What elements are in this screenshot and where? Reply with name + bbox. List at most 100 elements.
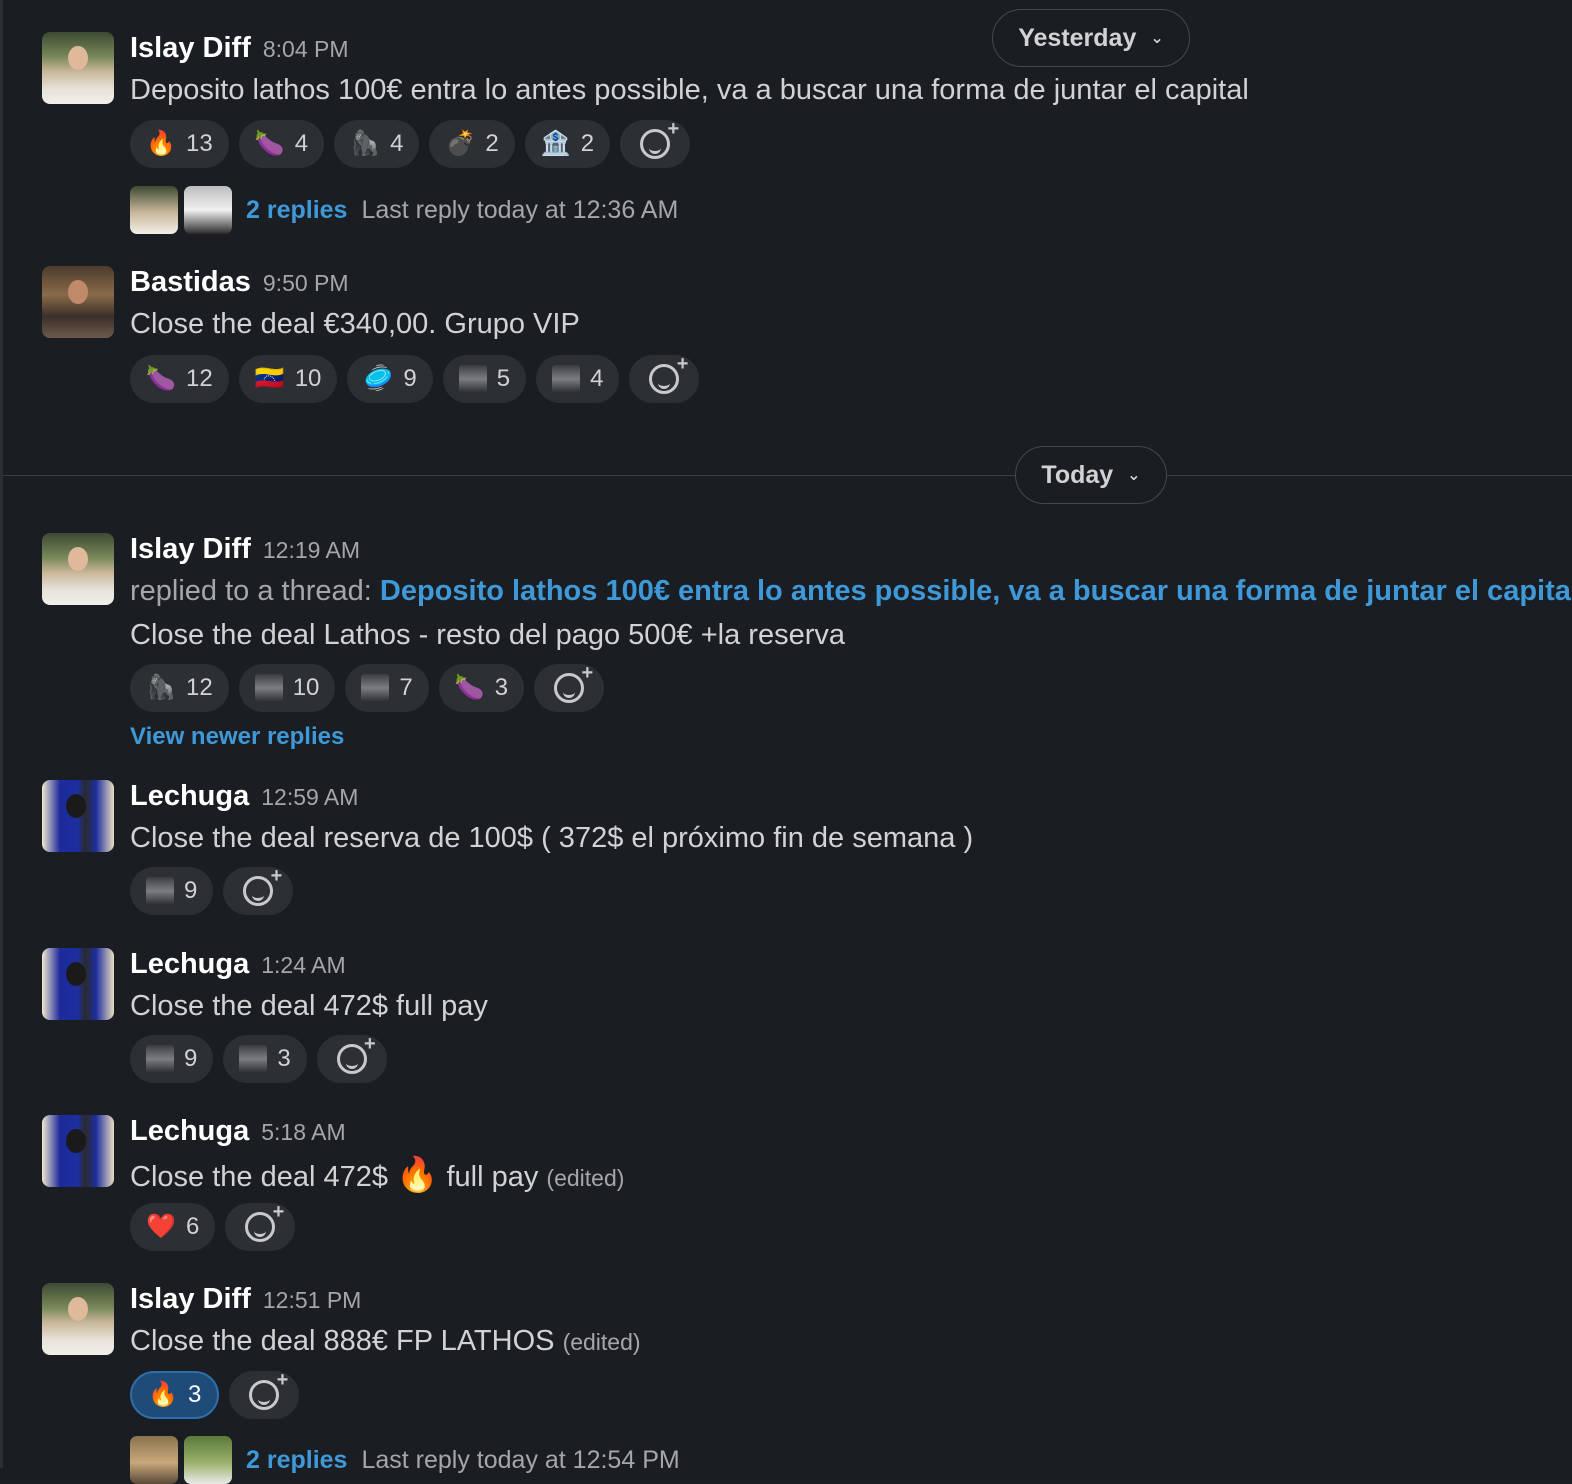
reaction-count: 9 xyxy=(403,365,417,392)
custom-emoji-icon xyxy=(458,365,487,393)
reaction-custom[interactable]: 5 xyxy=(442,355,527,403)
timestamp[interactable]: 9:50 PM xyxy=(263,270,349,296)
author-name[interactable]: Islay Diff xyxy=(130,533,251,565)
reaction-custom[interactable]: 3 xyxy=(223,1035,307,1083)
reaction-custom[interactable]: 10 xyxy=(238,664,336,712)
custom-emoji-icon xyxy=(239,1045,268,1073)
custom-emoji-icon xyxy=(146,877,174,905)
view-newer-replies-link[interactable]: View newer replies xyxy=(130,723,344,751)
thread-last-reply: Last reply today at 12:36 AM xyxy=(361,195,679,224)
day-divider xyxy=(3,475,1572,476)
author-name[interactable]: Lechuga xyxy=(130,948,249,980)
message-text: Close the deal Lathos - resto del pago 5… xyxy=(130,619,845,651)
message-header: Islay Diff 12:51 PM xyxy=(130,1283,361,1316)
avatar[interactable] xyxy=(42,948,114,1020)
timestamp[interactable]: 1:24 AM xyxy=(261,952,345,978)
custom-emoji-icon xyxy=(146,1045,174,1073)
participant-avatar xyxy=(184,1436,232,1484)
reaction-fire-selected[interactable]: 🔥 3 xyxy=(130,1371,220,1419)
reaction-count: 4 xyxy=(590,365,604,392)
message-header: Lechuga 12:59 AM xyxy=(130,780,358,813)
chevron-down-icon: ⌄ xyxy=(1150,30,1164,47)
timestamp[interactable]: 8:04 PM xyxy=(263,36,349,62)
participant-avatar xyxy=(130,1436,178,1484)
message-header: Lechuga 5:18 AM xyxy=(130,1115,346,1148)
reaction-custom[interactable]: 9 xyxy=(130,1035,214,1083)
avatar[interactable] xyxy=(42,1283,114,1355)
edited-label: (edited) xyxy=(562,1329,641,1355)
timestamp[interactable]: 5:18 AM xyxy=(261,1119,345,1145)
timestamp[interactable]: 12:51 PM xyxy=(263,1287,361,1313)
reaction-eggplant[interactable]: 🍆 4 xyxy=(238,120,325,168)
reaction-count: 2 xyxy=(580,130,595,157)
add-reaction-button[interactable] xyxy=(225,1201,296,1251)
reactions-bar: 🔥 13 🍆 4 🦍 4 💣 2 🏦 2 xyxy=(130,118,691,168)
reactions-bar: 🦍 12 10 7 🍆 3 xyxy=(130,662,605,712)
avatar[interactable] xyxy=(42,32,114,104)
message-text: Close the deal reserva de 100$ ( 372$ el… xyxy=(130,822,974,854)
timestamp[interactable]: 12:19 AM xyxy=(263,537,360,563)
add-emoji-icon xyxy=(245,1201,284,1242)
add-reaction-button[interactable] xyxy=(316,1033,387,1083)
add-reaction-button[interactable] xyxy=(620,118,691,168)
avatar[interactable] xyxy=(42,266,114,338)
thread-replies-link[interactable]: 2 replies xyxy=(246,196,347,225)
day-separator-today[interactable]: Today ⌄ xyxy=(1015,446,1167,504)
gorilla-icon: 🦍 xyxy=(146,674,176,701)
day-separator-yesterday[interactable]: Yesterday ⌄ xyxy=(992,9,1190,67)
reaction-count: 10 xyxy=(294,365,322,392)
message-text: Close the deal 888€ FP LATHOS (edited) xyxy=(130,1325,641,1358)
reaction-venezuela-flag[interactable]: 🇻🇪 10 xyxy=(238,355,338,403)
reaction-fire[interactable]: 🔥 13 xyxy=(130,120,229,168)
add-reaction-button[interactable] xyxy=(223,865,294,915)
channel-left-border xyxy=(0,0,3,1468)
reaction-heart[interactable]: ❤️ 6 xyxy=(130,1203,216,1251)
reaction-eggplant[interactable]: 🍆 3 xyxy=(438,664,525,712)
reaction-gorilla[interactable]: 🦍 12 xyxy=(130,664,229,712)
message-text: Deposito lathos 100€ entra lo antes poss… xyxy=(130,74,1249,106)
message-header: Bastidas 9:50 PM xyxy=(130,266,349,299)
message-header: Lechuga 1:24 AM xyxy=(130,948,346,981)
reaction-bomb[interactable]: 💣 2 xyxy=(429,120,515,168)
reaction-count: 10 xyxy=(292,674,320,701)
fire-icon: 🔥 xyxy=(148,1381,178,1408)
message-text-part: Close the deal 472$ xyxy=(130,1161,388,1193)
thread-summary[interactable]: 2 replies Last reply today at 12:54 PM xyxy=(130,1436,680,1484)
disc-icon: 🥏 xyxy=(363,365,394,392)
reaction-custom[interactable]: 4 xyxy=(536,355,620,403)
reaction-count: 7 xyxy=(399,674,413,701)
avatar[interactable] xyxy=(42,1115,114,1187)
author-name[interactable]: Islay Diff xyxy=(130,1283,251,1315)
avatar[interactable] xyxy=(42,780,114,852)
day-label: Yesterday xyxy=(1018,23,1137,52)
avatar[interactable] xyxy=(42,533,114,605)
custom-emoji-icon xyxy=(361,674,390,702)
reaction-eggplant[interactable]: 🍆 12 xyxy=(130,355,229,403)
thread-summary[interactable]: 2 replies Last reply today at 12:36 AM xyxy=(130,186,678,234)
add-reaction-button[interactable] xyxy=(629,353,700,403)
reaction-custom[interactable]: 9 xyxy=(130,867,214,915)
add-reaction-button[interactable] xyxy=(534,662,605,712)
author-name[interactable]: Lechuga xyxy=(130,1115,249,1147)
parent-thread-link[interactable]: Deposito lathos 100€ entra lo antes poss… xyxy=(380,575,1572,607)
author-name[interactable]: Bastidas xyxy=(130,266,251,298)
author-name[interactable]: Lechuga xyxy=(130,780,249,812)
eggplant-icon: 🍆 xyxy=(254,130,285,157)
reaction-gorilla[interactable]: 🦍 4 xyxy=(334,120,420,168)
add-reaction-button[interactable] xyxy=(229,1369,300,1419)
message-text-part: full pay xyxy=(446,1161,539,1193)
timestamp[interactable]: 12:59 AM xyxy=(261,784,358,810)
message-text-part: Close the deal 888€ FP LATHOS xyxy=(130,1325,555,1357)
chevron-down-icon: ⌄ xyxy=(1127,467,1141,484)
author-name[interactable]: Islay Diff xyxy=(130,32,251,64)
eggplant-icon: 🍆 xyxy=(146,365,176,392)
add-emoji-icon xyxy=(554,662,593,703)
reaction-custom[interactable]: 7 xyxy=(345,664,429,712)
message-text: Close the deal €340,00. Grupo VIP xyxy=(130,308,580,340)
thread-replies-link[interactable]: 2 replies xyxy=(246,1446,347,1475)
fire-icon: 🔥 xyxy=(146,130,176,157)
reaction-disc[interactable]: 🥏 9 xyxy=(347,355,433,403)
add-emoji-icon xyxy=(649,353,688,394)
thread-last-reply: Last reply today at 12:54 PM xyxy=(361,1445,680,1474)
reaction-bank[interactable]: 🏦 2 xyxy=(524,120,611,168)
